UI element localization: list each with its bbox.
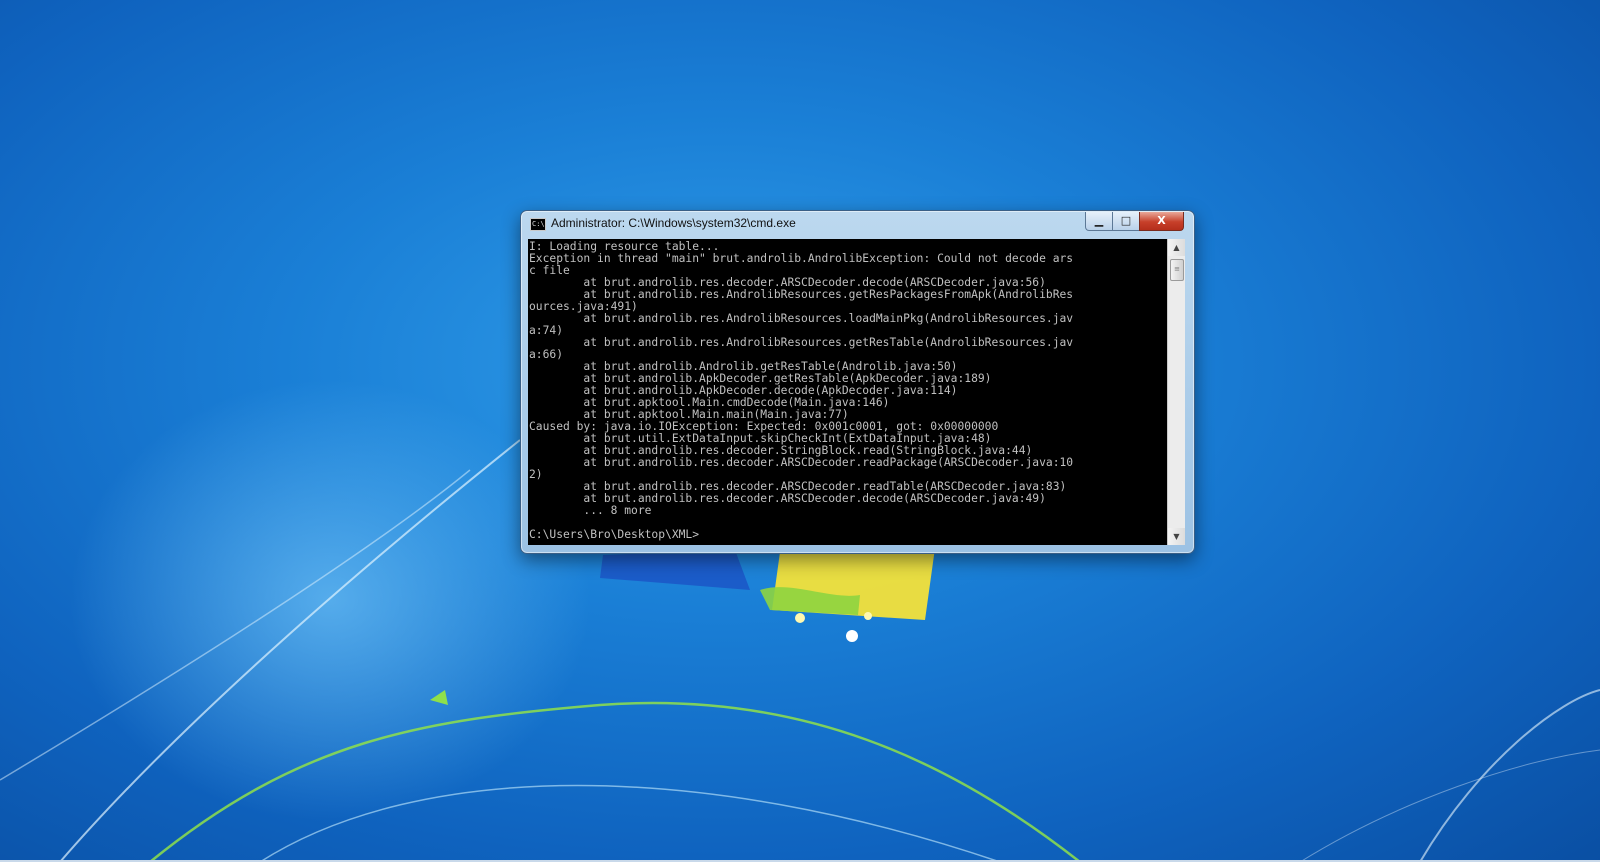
window-title: Administrator: C:\Windows\system32\cmd.e… xyxy=(551,216,796,230)
console-output[interactable]: I: Loading resource table... Exception i… xyxy=(528,239,1167,545)
cmd-window[interactable]: C:\ Administrator: C:\Windows\system32\c… xyxy=(520,210,1195,554)
vertical-scrollbar[interactable]: ▲ ≡ ▼ xyxy=(1167,239,1185,545)
scroll-thumb[interactable]: ≡ xyxy=(1170,259,1184,281)
cmd-icon[interactable]: C:\ xyxy=(530,218,546,231)
close-button[interactable]: X xyxy=(1139,212,1184,231)
scroll-up-arrow-icon[interactable]: ▲ xyxy=(1168,239,1185,256)
title-bar[interactable]: C:\ Administrator: C:\Windows\system32\c… xyxy=(521,211,1194,237)
console-text: I: Loading resource table... Exception i… xyxy=(529,240,1074,541)
scroll-down-arrow-icon[interactable]: ▼ xyxy=(1168,528,1185,545)
maximize-button[interactable]: □ xyxy=(1112,212,1140,231)
minimize-button[interactable]: ▁ xyxy=(1085,212,1113,231)
